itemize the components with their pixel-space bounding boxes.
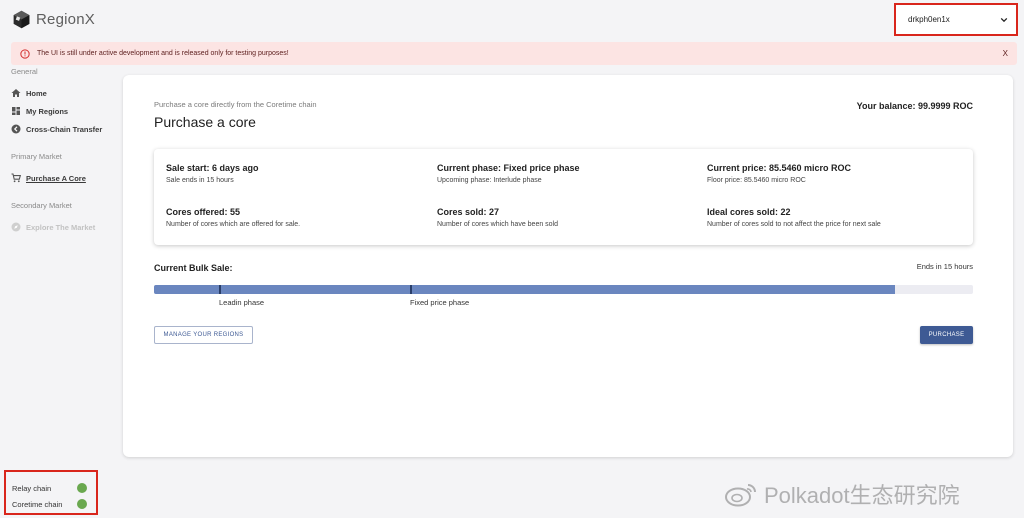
account-selected-value: drkph0en1x <box>908 15 950 24</box>
sidebar-item-label: My Regions <box>26 106 69 116</box>
floor-price-value: Floor price: 85.5460 micro ROC <box>707 177 806 184</box>
fixed-price-phase-label: Fixed price phase <box>410 298 470 307</box>
current-price-value: Current price: 85.5460 micro ROC <box>707 163 852 173</box>
logo-cube-icon <box>13 10 30 29</box>
ideal-cores-value: Ideal cores sold: 22 <box>707 207 791 217</box>
current-phase-value: Current phase: Fixed price phase <box>437 163 580 173</box>
purchase-button[interactable]: PURCHASE <box>920 326 973 344</box>
bulk-sale-progress-bar <box>154 285 973 294</box>
coretime-chain-label: Coretime chain <box>12 499 63 509</box>
price-info: Current price: 85.5460 micro ROC Floor p… <box>707 163 851 184</box>
cores-offered-value: Cores offered: 55 <box>166 207 241 217</box>
phase-info: Current phase: Fixed price phase Upcomin… <box>437 163 580 184</box>
sale-start-info: Sale start: 6 days ago Sale ends in 15 h… <box>166 163 259 184</box>
watermark-text: Polkadot生态研究院 <box>764 483 960 508</box>
home-icon <box>11 89 21 97</box>
coretime-chain-status: Coretime chain <box>12 496 96 512</box>
alert-close-button[interactable]: X <box>1003 49 1008 58</box>
sidebar-item-home[interactable]: Home <box>11 84 121 102</box>
chevron-down-icon <box>1000 17 1008 22</box>
sidebar-item-label: Home <box>26 88 47 98</box>
sidebar-section-primary-market: Primary Market <box>11 152 62 161</box>
upcoming-phase-value: Upcoming phase: Interlude phase <box>437 177 542 184</box>
sidebar-item-label: Explore The Market <box>26 222 96 232</box>
ideal-cores-description: Number of cores sold to not affect the p… <box>707 221 881 228</box>
weibo-icon <box>725 484 756 507</box>
relay-chain-label: Relay chain <box>12 483 52 493</box>
manage-your-regions-button[interactable]: MANAGE YOUR REGIONS <box>154 326 253 344</box>
leadin-phase-marker <box>219 285 221 294</box>
purchase-core-panel: Purchase a core directly from the Coreti… <box>123 75 1013 457</box>
chain-status-panel: Relay chain Coretime chain <box>4 470 98 515</box>
error-outline-icon <box>20 48 30 59</box>
sidebar-item-label: Purchase A Core <box>26 173 86 183</box>
alert-message: The UI is still under active development… <box>37 50 289 57</box>
sidebar-section-secondary-market: Secondary Market <box>11 201 72 210</box>
sale-info-card: Sale start: 6 days ago Sale ends in 15 h… <box>154 149 973 245</box>
cores-offered-description: Number of cores which are offered for sa… <box>166 221 301 228</box>
sidebar-item-explore-the-market[interactable]: Explore The Market <box>11 218 121 236</box>
page-title: Purchase a core <box>154 114 256 130</box>
sidebar-item-label: Cross-Chain Transfer <box>26 124 103 134</box>
bulk-sale-ends: Ends in 15 hours <box>916 262 973 271</box>
leadin-phase-label: Leadin phase <box>219 298 265 307</box>
bulk-sale-progress-fill <box>154 285 896 294</box>
explore-icon <box>11 222 21 232</box>
cores-offered-info: Cores offered: 55 Number of cores which … <box>166 207 300 228</box>
sale-start-value: Sale start: 6 days ago <box>166 163 259 173</box>
dev-warning-alert: The UI is still under active development… <box>11 42 1017 65</box>
sidebar-item-cross-chain-transfer[interactable]: Cross-Chain Transfer <box>11 120 121 138</box>
fixed-price-phase-marker <box>410 285 412 294</box>
dashboard-icon <box>12 107 20 115</box>
bulk-sale-title: Current Bulk Sale: <box>154 263 233 273</box>
cores-sold-info: Cores sold: 27 Number of cores which hav… <box>437 207 558 228</box>
cart-icon <box>11 173 21 183</box>
coretime-chain-status-dot <box>77 499 87 509</box>
app-name: RegionX <box>36 11 95 28</box>
transfer-icon <box>11 124 21 134</box>
sidebar-item-my-regions[interactable]: My Regions <box>11 102 121 120</box>
relay-chain-status: Relay chain <box>12 480 96 496</box>
cores-sold-description: Number of cores which have been sold <box>437 221 559 228</box>
sale-ends-value: Sale ends in 15 hours <box>166 177 234 184</box>
sidebar-item-purchase-a-core[interactable]: Purchase A Core <box>11 169 121 187</box>
page-subtitle: Purchase a core directly from the Coreti… <box>154 100 317 109</box>
relay-chain-status-dot <box>77 483 87 493</box>
cores-sold-value: Cores sold: 27 <box>437 207 500 217</box>
sidebar: General Home My Regions Cross-Chain Tran… <box>11 67 121 246</box>
sidebar-section-general: General <box>11 67 38 76</box>
account-selector[interactable]: drkph0en1x <box>894 3 1018 36</box>
watermark: Polkadot生态研究院 <box>724 478 960 510</box>
ideal-cores-info: Ideal cores sold: 22 Number of cores sol… <box>707 207 881 228</box>
balance-display: Your balance: 99.9999 ROC <box>856 101 973 111</box>
app-logo[interactable]: RegionX <box>11 9 95 30</box>
